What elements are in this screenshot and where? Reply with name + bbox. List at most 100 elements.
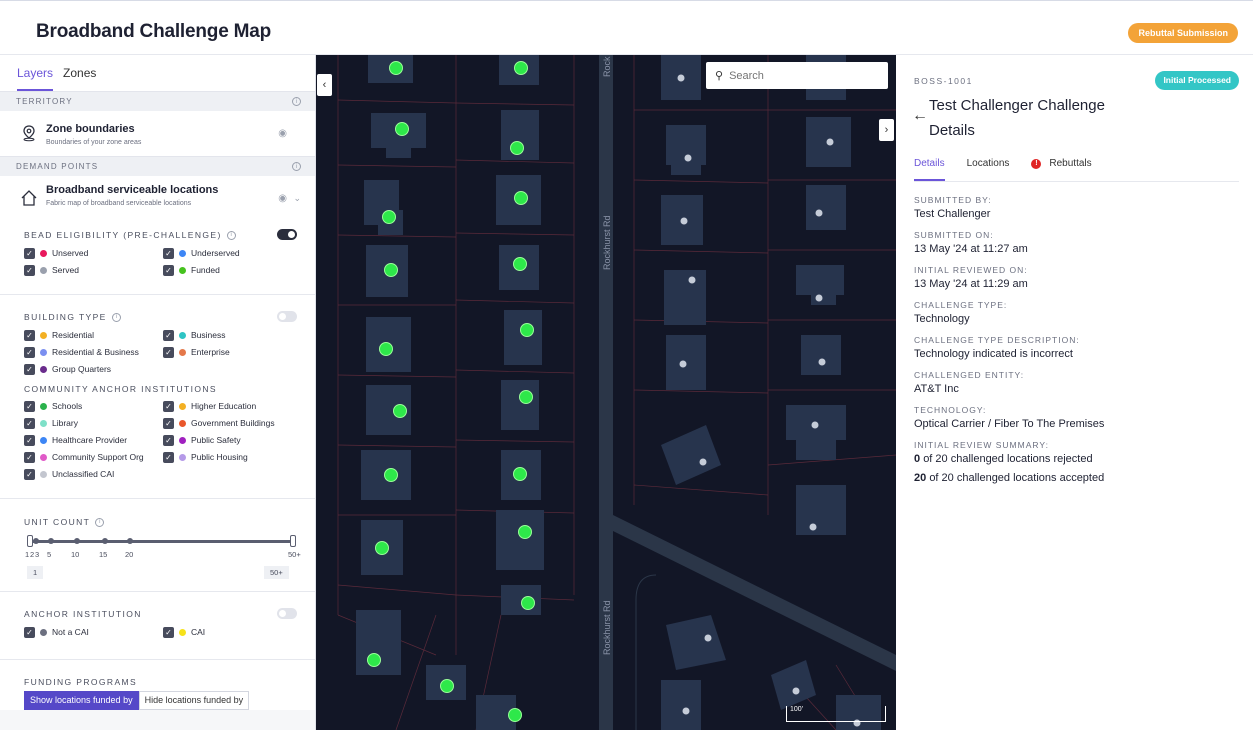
zone-boundaries-layer[interactable]: Zone boundaries Boundaries of your zone … <box>0 111 315 156</box>
eye-icon[interactable]: ◉ <box>278 128 287 139</box>
bead-eligibility-toggle[interactable] <box>277 229 297 240</box>
checkbox-government-buildings[interactable]: ✓ Government Buildings <box>163 416 302 430</box>
checkbox-underserved[interactable]: ✓ Underserved <box>163 246 302 260</box>
checkbox-residential-business[interactable]: ✓ Residential & Business <box>24 345 163 359</box>
checkbox-residential[interactable]: ✓ Residential <box>24 328 163 342</box>
info-icon[interactable]: i <box>95 517 105 527</box>
slider-tick <box>102 538 108 544</box>
slider-track[interactable] <box>29 540 294 543</box>
status-badge: Initial Processed <box>1155 71 1239 90</box>
checkbox-public-housing[interactable]: ✓ Public Housing <box>163 450 302 464</box>
search-input[interactable] <box>729 69 880 82</box>
checkbox-healthcare-provider[interactable]: ✓ Healthcare Provider <box>24 433 163 447</box>
checkbox-check-icon[interactable]: ✓ <box>163 346 174 358</box>
legend-dot <box>179 249 186 257</box>
slider-min-handle[interactable] <box>27 535 33 547</box>
checkbox-check-icon[interactable]: ✓ <box>24 417 35 429</box>
checkbox-enterprise[interactable]: ✓ Enterprise <box>163 345 302 359</box>
anchor-institution-toggle[interactable] <box>277 608 297 619</box>
checkbox-check-icon[interactable]: ✓ <box>163 417 174 429</box>
tick-label: 20 <box>125 550 134 559</box>
rebuttal-submission-button[interactable]: Rebuttal Submission <box>1128 23 1238 43</box>
checkbox-check-icon[interactable]: ✓ <box>163 329 174 341</box>
checkbox-label: Group Quarters <box>52 364 112 374</box>
search-icon: ⚲ <box>715 70 724 82</box>
checkbox-check-icon[interactable]: ✓ <box>163 626 174 638</box>
checkbox-label: Library <box>52 418 78 428</box>
checkbox-check-icon[interactable]: ✓ <box>163 434 174 446</box>
tab-details[interactable]: Details <box>914 155 945 181</box>
map-search-box[interactable]: ⚲ <box>706 62 888 89</box>
checkbox-served[interactable]: ✓ Served <box>24 263 163 277</box>
map-view[interactable]: Rock Rockhurst Rd Rockhurst Rd ‹ › ⚲ 100… <box>316 55 896 730</box>
checkbox-check-icon[interactable]: ✓ <box>24 451 35 463</box>
expand-panel-button[interactable]: › <box>879 119 894 141</box>
legend-dot <box>40 453 47 461</box>
field-label: SUBMITTED BY: <box>914 195 992 205</box>
unit-count-min-value[interactable]: 1 <box>27 566 44 579</box>
info-icon[interactable]: i <box>292 97 301 106</box>
info-icon[interactable]: i <box>111 312 121 322</box>
field-value: 13 May '24 at 11:27 am <box>914 243 1028 255</box>
rejected-text: of 20 challenged locations rejected <box>923 453 1093 465</box>
chevron-down-icon[interactable]: ⌄ <box>293 193 301 204</box>
checkbox-business[interactable]: ✓ Business <box>163 328 302 342</box>
checkbox-check-icon[interactable]: ✓ <box>24 363 35 375</box>
legend-dot <box>40 402 47 410</box>
checkbox-label: Residential & Business <box>52 347 139 357</box>
territory-section-header: TERRITORY i <box>0 91 315 111</box>
eye-icon[interactable]: ◉ <box>278 193 287 204</box>
info-icon[interactable]: i <box>292 162 301 171</box>
checkbox-higher-education[interactable]: ✓ Higher Education <box>163 399 302 413</box>
checkbox-group-quarters[interactable]: ✓ Group Quarters <box>24 362 163 376</box>
legend-dot <box>179 453 186 461</box>
unit-count-max-value[interactable]: 50+ <box>264 566 289 579</box>
tab-layers[interactable]: Layers <box>17 55 54 91</box>
checkbox-cai[interactable]: ✓ CAI <box>163 625 302 639</box>
tab-rebuttals[interactable]: ! Rebuttals <box>1031 155 1092 181</box>
checkbox-label: Funded <box>191 265 220 275</box>
field-value: Optical Carrier / Fiber To The Premises <box>914 418 1105 430</box>
tab-locations[interactable]: Locations <box>967 155 1010 181</box>
checkbox-check-icon[interactable]: ✓ <box>24 329 35 341</box>
checkbox-funded[interactable]: ✓ Funded <box>163 263 302 277</box>
checkbox-check-icon[interactable]: ✓ <box>24 346 35 358</box>
checkbox-label: Public Housing <box>191 452 248 462</box>
checkbox-community-support-org[interactable]: ✓ Community Support Org <box>24 450 163 464</box>
slider-max-handle[interactable] <box>290 535 296 547</box>
map-canvas[interactable]: Rock Rockhurst Rd Rockhurst Rd <box>316 55 896 730</box>
collapse-sidebar-button[interactable]: ‹ <box>317 74 332 96</box>
show-funded-button[interactable]: Show locations funded by <box>24 691 139 710</box>
funding-programs-label: FUNDING PROGRAMS <box>24 677 138 687</box>
checkbox-check-icon[interactable]: ✓ <box>163 247 174 259</box>
legend-dot <box>179 348 186 356</box>
building-type-toggle[interactable] <box>277 311 297 322</box>
checkbox-check-icon[interactable]: ✓ <box>24 626 35 638</box>
info-icon[interactable]: i <box>226 230 236 240</box>
checkbox-check-icon[interactable]: ✓ <box>24 468 35 480</box>
checkbox-check-icon[interactable]: ✓ <box>163 400 174 412</box>
app-title: Broadband Challenge Map <box>36 21 272 42</box>
checkbox-unserved[interactable]: ✓ Unserved <box>24 246 163 260</box>
tabs-divider <box>914 181 1239 182</box>
checkbox-check-icon[interactable]: ✓ <box>24 434 35 446</box>
house-icon <box>21 190 37 206</box>
checkbox-check-icon[interactable]: ✓ <box>163 264 174 276</box>
checkbox-unclassified-cai[interactable]: ✓ Unclassified CAI <box>24 467 163 481</box>
slider-tick <box>33 538 39 544</box>
back-arrow-icon[interactable]: ← <box>912 107 928 125</box>
checkbox-schools[interactable]: ✓ Schools <box>24 399 163 413</box>
checkbox-check-icon[interactable]: ✓ <box>24 264 35 276</box>
tab-zones[interactable]: Zones <box>63 55 96 91</box>
checkbox-library[interactable]: ✓ Library <box>24 416 163 430</box>
checkbox-public-safety[interactable]: ✓ Public Safety <box>163 433 302 447</box>
tick-label: 50+ <box>288 550 301 559</box>
checkbox-check-icon[interactable]: ✓ <box>24 247 35 259</box>
hide-funded-button[interactable]: Hide locations funded by <box>138 691 250 710</box>
legend-dot <box>40 419 47 427</box>
unit-count-slider[interactable]: 1 2 3 5 10 15 20 50+ 1 50+ <box>24 531 301 591</box>
bsl-layer[interactable]: Broadband serviceable locations Fabric m… <box>0 176 315 222</box>
checkbox-not-a-cai[interactable]: ✓ Not a CAI <box>24 625 163 639</box>
checkbox-check-icon[interactable]: ✓ <box>163 451 174 463</box>
checkbox-check-icon[interactable]: ✓ <box>24 400 35 412</box>
